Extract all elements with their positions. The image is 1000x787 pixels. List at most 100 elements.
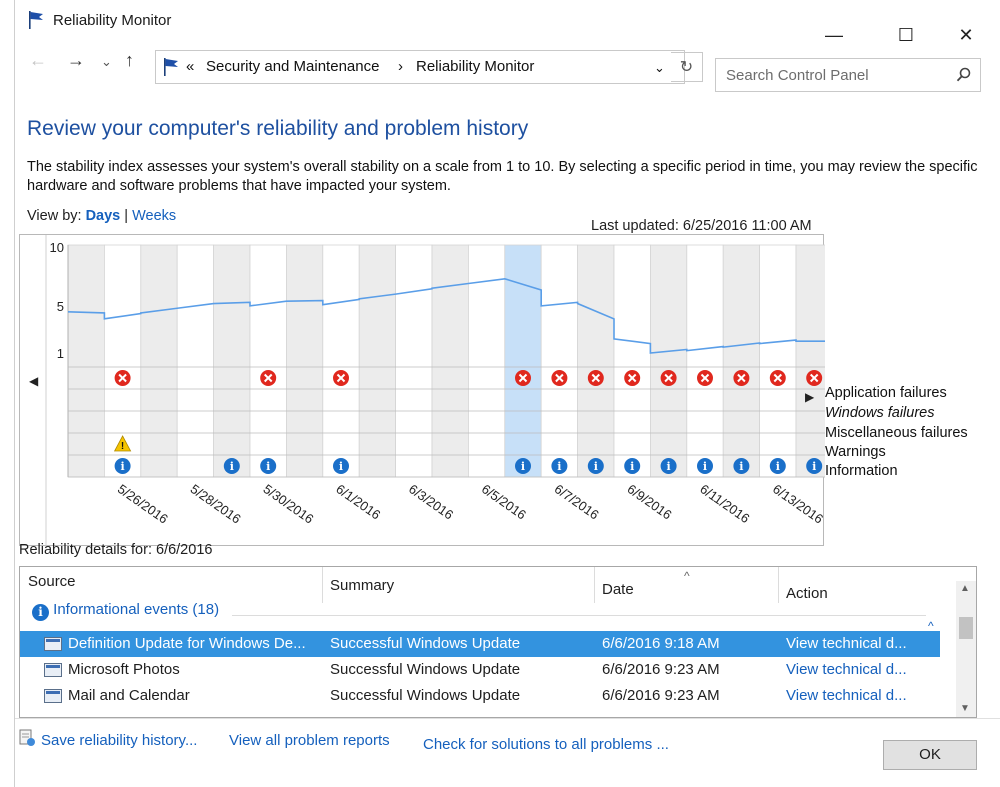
scroll-down-icon[interactable]: ▼ bbox=[960, 703, 970, 714]
maximize-button[interactable]: ☐ bbox=[883, 20, 929, 50]
day-column[interactable] bbox=[577, 244, 615, 478]
day-column[interactable] bbox=[176, 244, 214, 478]
day-column[interactable] bbox=[285, 244, 324, 478]
column-divider[interactable] bbox=[778, 567, 779, 603]
title-bar: Reliability Monitor — ☐ ✕ bbox=[15, 0, 1000, 45]
info-mark: i bbox=[339, 460, 343, 473]
day-column[interactable] bbox=[213, 244, 251, 478]
row-date: 6/6/2016 9:23 AM bbox=[602, 661, 720, 678]
breadcrumb-reliability-monitor[interactable]: Reliability Monitor bbox=[416, 58, 534, 75]
footer-divider bbox=[15, 718, 1000, 719]
row-action-link[interactable]: View technical d... bbox=[786, 635, 907, 652]
group-divider bbox=[232, 615, 926, 616]
info-mark: i bbox=[776, 460, 780, 473]
warning-mark: ! bbox=[121, 441, 124, 452]
info-mark: i bbox=[266, 460, 270, 473]
y-tick-label: 5 bbox=[57, 299, 64, 314]
view-by-label: View by: bbox=[27, 208, 82, 224]
recent-locations-icon[interactable]: ⌄ bbox=[101, 54, 112, 70]
x-tick-label: 5/30/2016 bbox=[260, 481, 316, 526]
check-for-solutions-link[interactable]: Check for solutions to all problems ... bbox=[423, 736, 669, 753]
day-column[interactable] bbox=[686, 244, 724, 478]
column-divider[interactable] bbox=[322, 567, 323, 603]
details-table[interactable]: Source Summary Date ^ Action i Informati… bbox=[19, 566, 977, 718]
back-arrow-icon[interactable]: ← bbox=[29, 50, 47, 71]
ok-button[interactable]: OK bbox=[883, 740, 977, 770]
info-icon: i bbox=[32, 604, 49, 621]
info-mark: i bbox=[121, 460, 125, 473]
info-mark: i bbox=[594, 460, 598, 473]
table-row[interactable]: Mail and Calendar Successful Windows Upd… bbox=[20, 683, 940, 709]
column-action[interactable]: Action bbox=[786, 585, 828, 602]
day-column[interactable] bbox=[358, 244, 397, 478]
day-column[interactable] bbox=[759, 244, 797, 478]
x-tick-label: 6/9/2016 bbox=[624, 481, 674, 522]
row-action-link[interactable]: View technical d... bbox=[786, 687, 907, 704]
informational-events-group[interactable]: i Informational events (18) bbox=[32, 601, 219, 621]
details-scrollbar[interactable]: ▲ ▼ bbox=[956, 581, 976, 717]
day-column[interactable] bbox=[722, 244, 761, 478]
last-updated: Last updated: 6/25/2016 11:00 AM bbox=[591, 218, 812, 234]
reliability-monitor-window: Reliability Monitor — ☐ ✕ ← → ⌄ ↑ « Secu… bbox=[14, 0, 1000, 787]
info-mark: i bbox=[703, 460, 707, 473]
view-days-link[interactable]: Days bbox=[86, 208, 121, 224]
day-column[interactable] bbox=[540, 244, 579, 478]
reliability-chart-svg[interactable]: 10 5 1! i i i i i i i i i i i i i 5/26/2016 5/28/2016 5/30… bbox=[20, 235, 825, 547]
row-source: Definition Update for Windows De... bbox=[68, 635, 306, 652]
page-title: Review your computer's reliability and p… bbox=[27, 117, 529, 140]
chart-scroll-left-icon[interactable]: ◀ bbox=[29, 374, 38, 388]
day-column[interactable] bbox=[795, 244, 825, 478]
close-button[interactable]: ✕ bbox=[943, 20, 989, 50]
column-summary[interactable]: Summary bbox=[330, 577, 394, 594]
legend-application-failures: Application failures bbox=[825, 385, 947, 401]
row-summary: Successful Windows Update bbox=[330, 687, 521, 704]
view-by-bar: View by: Days | Weeks bbox=[27, 208, 176, 224]
day-column[interactable] bbox=[140, 244, 178, 478]
save-reliability-history-link[interactable]: Save reliability history... bbox=[41, 732, 197, 749]
table-row[interactable]: Definition Update for Windows De... Succ… bbox=[20, 631, 940, 657]
view-all-problem-reports-link[interactable]: View all problem reports bbox=[229, 732, 390, 749]
save-history-icon bbox=[19, 729, 35, 746]
chart-scroll-right-icon[interactable]: ▶ bbox=[805, 390, 814, 404]
refresh-button[interactable]: ↻ bbox=[671, 52, 703, 82]
address-flag-icon bbox=[164, 58, 178, 76]
search-input[interactable]: Search Control Panel bbox=[715, 58, 981, 92]
column-divider[interactable] bbox=[594, 567, 595, 603]
flag-icon bbox=[29, 11, 43, 29]
breadcrumb-security-maintenance[interactable]: Security and Maintenance bbox=[206, 58, 379, 75]
x-tick-label: 6/11/2016 bbox=[697, 481, 752, 526]
scroll-thumb[interactable] bbox=[959, 617, 973, 639]
table-row[interactable]: Microsoft Photos Successful Windows Upda… bbox=[20, 657, 940, 683]
legend-windows-failures: Windows failures bbox=[825, 405, 935, 421]
row-date: 6/6/2016 9:18 AM bbox=[602, 635, 720, 652]
day-column[interactable] bbox=[650, 244, 688, 478]
x-tick-label: 6/7/2016 bbox=[552, 481, 602, 522]
scroll-up-icon[interactable]: ▲ bbox=[960, 583, 970, 594]
column-date[interactable]: Date bbox=[602, 581, 634, 598]
info-mark: i bbox=[557, 460, 561, 473]
search-placeholder: Search Control Panel bbox=[726, 67, 869, 84]
day-column[interactable] bbox=[67, 244, 105, 478]
day-column[interactable] bbox=[431, 244, 469, 478]
view-weeks-link[interactable]: Weeks bbox=[132, 208, 176, 224]
up-arrow-icon[interactable]: ↑ bbox=[125, 50, 134, 71]
day-column[interactable] bbox=[249, 244, 287, 478]
info-mark: i bbox=[667, 460, 671, 473]
reliability-chart[interactable]: 10 5 1! i i i i i i i i i i i i i 5/26/2016 5/28/2016 5/30… bbox=[19, 234, 825, 547]
day-column[interactable] bbox=[322, 244, 360, 478]
column-source[interactable]: Source bbox=[28, 573, 76, 590]
day-column[interactable] bbox=[395, 244, 433, 478]
y-tick-label: 1 bbox=[57, 346, 64, 361]
info-mark: i bbox=[739, 460, 743, 473]
row-summary: Successful Windows Update bbox=[330, 635, 521, 652]
sort-indicator-icon: ^ bbox=[684, 569, 690, 583]
y-tick-label: 10 bbox=[50, 240, 64, 255]
forward-arrow-icon[interactable]: → bbox=[67, 50, 85, 71]
minimize-button[interactable]: — bbox=[811, 20, 857, 50]
address-dropdown-icon[interactable]: ⌄ bbox=[654, 60, 665, 76]
row-action-link[interactable]: View technical d... bbox=[786, 661, 907, 678]
breadcrumb-overflow[interactable]: « bbox=[186, 58, 194, 75]
day-column[interactable] bbox=[613, 244, 651, 478]
reliability-details-label: Reliability details for: 6/6/2016 bbox=[19, 542, 213, 558]
address-bar[interactable]: « Security and Maintenance › Reliability… bbox=[155, 50, 685, 84]
